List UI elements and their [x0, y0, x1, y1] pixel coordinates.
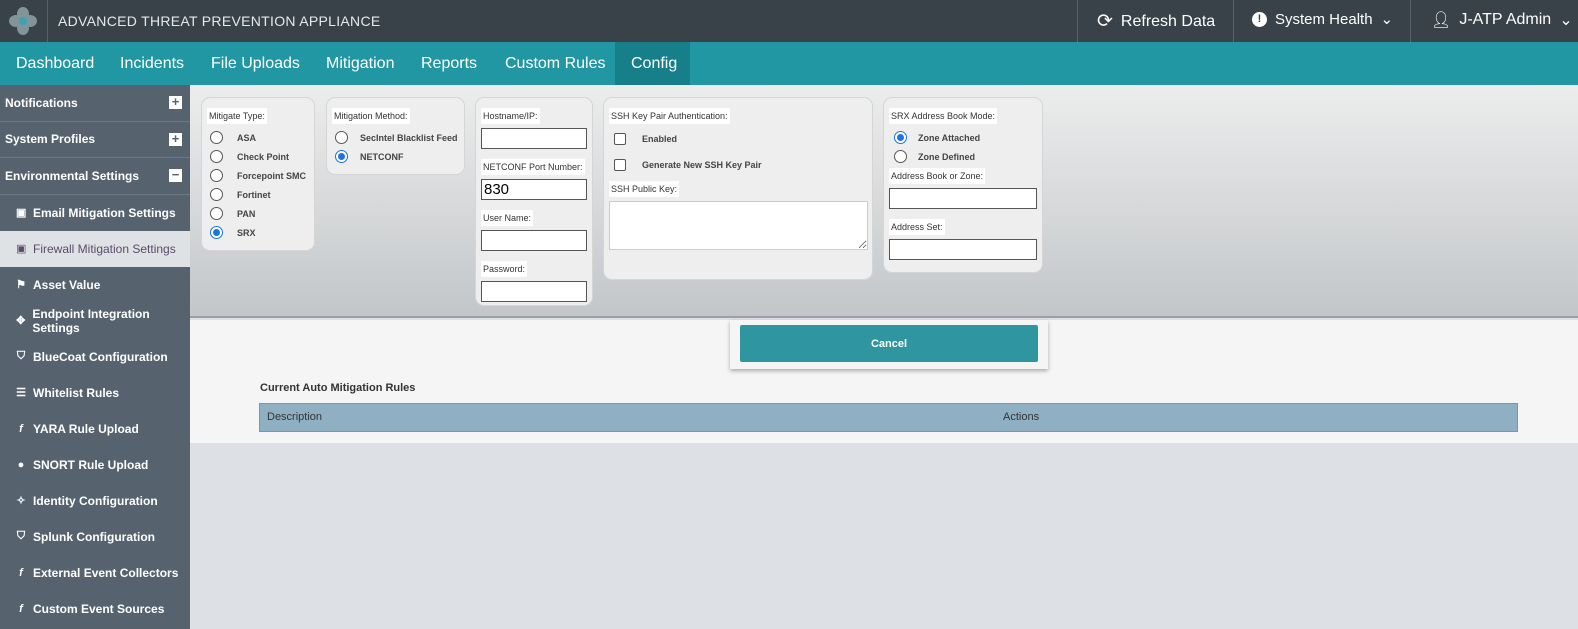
password-input[interactable] [481, 281, 587, 302]
sidebar-item-identity[interactable]: ✧ Identity Configuration [0, 483, 190, 519]
tab-file-uploads[interactable]: File Uploads [195, 42, 316, 85]
radio-zone-defined[interactable]: Zone Defined [889, 147, 1037, 166]
app-title: ADVANCED THREAT PREVENTION APPLIANCE [58, 13, 381, 29]
rules-table-header: Description Actions [259, 403, 1518, 432]
username-input[interactable] [481, 230, 587, 251]
move-icon: ✥ [16, 315, 26, 327]
radio-pan[interactable]: PAN [207, 204, 309, 223]
refresh-icon: ⟳ [1097, 11, 1113, 32]
hostname-input[interactable] [481, 128, 587, 149]
tab-incidents[interactable]: Incidents [104, 42, 200, 85]
rules-title: Current Auto Mitigation Rules [260, 382, 416, 394]
column-description[interactable]: Description [267, 411, 322, 423]
radio-secintel[interactable]: SecIntel Blacklist Feed [332, 128, 459, 147]
network-icon: ✧ [16, 495, 26, 507]
mitigate-type-card: Mitigate Type: ASA Check Point Forcepoin… [201, 97, 315, 251]
radio-fortinet[interactable]: Fortinet [207, 185, 309, 204]
sidebar-item-bluecoat[interactable]: ⛉ BlueCoat Configuration [0, 339, 190, 375]
sidebar-item-email-mitigation[interactable]: ▣ Email Mitigation Settings [0, 195, 190, 231]
ssh-card: SSH Key Pair Authentication: Enabled Gen… [603, 97, 873, 280]
radio-forcepoint[interactable]: Forcepoint SMC [207, 166, 309, 185]
tab-config[interactable]: Config [615, 42, 690, 85]
chevron-down-icon: ⌄ [1559, 12, 1573, 29]
column-actions[interactable]: Actions [1003, 411, 1039, 423]
cancel-button[interactable]: Cancel [740, 325, 1038, 362]
sidebar: Notifications + System Profiles + Environm… [0, 85, 190, 629]
generate-ssh-key-checkbox[interactable]: Generate New SSH Key Pair [609, 150, 867, 179]
firewall-settings-form: Mitigate Type: ASA Check Point Forcepoin… [190, 85, 1578, 318]
sidebar-item-whitelist[interactable]: ☰ Whitelist Rules [0, 375, 190, 411]
clipboard-icon: ▣ [16, 243, 27, 255]
srx-address-book-card: SRX Address Book Mode: Zone Attached Zon… [883, 97, 1043, 273]
sidebar-section-environmental-settings[interactable]: Environmental Settings − [0, 158, 190, 195]
clipboard-icon: ▣ [16, 207, 27, 219]
logo-icon [9, 7, 37, 35]
address-book-input[interactable] [889, 188, 1037, 209]
sidebar-item-splunk[interactable]: ⛉ Splunk Configuration [0, 519, 190, 555]
tab-dashboard[interactable]: Dashboard [0, 42, 110, 85]
expand-icon[interactable]: + [169, 95, 182, 110]
ssh-enabled-checkbox[interactable]: Enabled [609, 128, 867, 150]
function-icon: f [19, 602, 23, 615]
sidebar-item-custom-event-sources[interactable]: f Custom Event Sources [0, 591, 190, 627]
expand-icon[interactable]: + [169, 132, 182, 146]
tab-mitigation[interactable]: Mitigation [310, 42, 410, 85]
netconf-port-input[interactable] [481, 179, 587, 200]
sidebar-item-snort[interactable]: ● SNORT Rule Upload [0, 447, 190, 483]
radio-check-point[interactable]: Check Point [207, 147, 309, 166]
sidebar-item-external-collectors[interactable]: f External Event Collectors [0, 555, 190, 591]
sidebar-item-yara[interactable]: f YARA Rule Upload [0, 411, 190, 447]
sidebar-section-notifications[interactable]: Notifications + [0, 85, 190, 122]
pig-icon: ● [17, 458, 25, 471]
refresh-data-button[interactable]: ⟳ Refresh Data [1097, 10, 1215, 33]
shield-icon: ⛉ [16, 530, 26, 542]
chevron-down-icon: ⌄ [1380, 11, 1394, 28]
flag-icon: ⚑ [16, 279, 26, 291]
radio-srx[interactable]: SRX [207, 223, 309, 242]
system-health-dropdown[interactable]: ! System Health ⌄ [1252, 10, 1393, 28]
alert-icon: ! [1252, 11, 1267, 27]
address-set-input[interactable] [889, 239, 1037, 260]
tab-custom-rules[interactable]: Custom Rules [489, 42, 621, 85]
sidebar-item-firewall-mitigation[interactable]: ▣ Firewall Mitigation Settings [0, 230, 190, 267]
connection-card: Hostname/IP: NETCONF Port Number: User N… [475, 97, 593, 306]
mitigation-method-card: Mitigation Method: SecIntel Blacklist Fe… [326, 97, 465, 175]
sidebar-item-asset-value[interactable]: ⚑ Asset Value [0, 267, 190, 303]
ssh-public-key-textarea[interactable] [609, 201, 868, 250]
top-header: ADVANCED THREAT PREVENTION APPLIANCE ⟳ Re… [0, 0, 1578, 42]
radio-asa[interactable]: ASA [207, 128, 309, 147]
radio-netconf[interactable]: NETCONF [332, 147, 459, 166]
function-icon: f [19, 422, 23, 435]
shield-icon: ⛉ [16, 350, 26, 362]
sidebar-section-system-profiles[interactable]: System Profiles + [0, 122, 190, 158]
function-icon: f [19, 566, 23, 579]
collapse-icon[interactable]: − [169, 168, 182, 183]
main-nav: Dashboard Incidents File Uploads Mitigat… [0, 42, 1578, 85]
user-menu[interactable]: 👤︎ J-ATP Admin ⌄ [1431, 10, 1573, 30]
tab-reports[interactable]: Reports [405, 42, 493, 85]
sidebar-item-endpoint-integration[interactable]: ✥ Endpoint Integration Settings [0, 303, 190, 339]
list-icon: ☰ [16, 387, 26, 399]
user-icon: 👤︎ [1431, 12, 1452, 29]
radio-zone-attached[interactable]: Zone Attached [889, 128, 1037, 147]
